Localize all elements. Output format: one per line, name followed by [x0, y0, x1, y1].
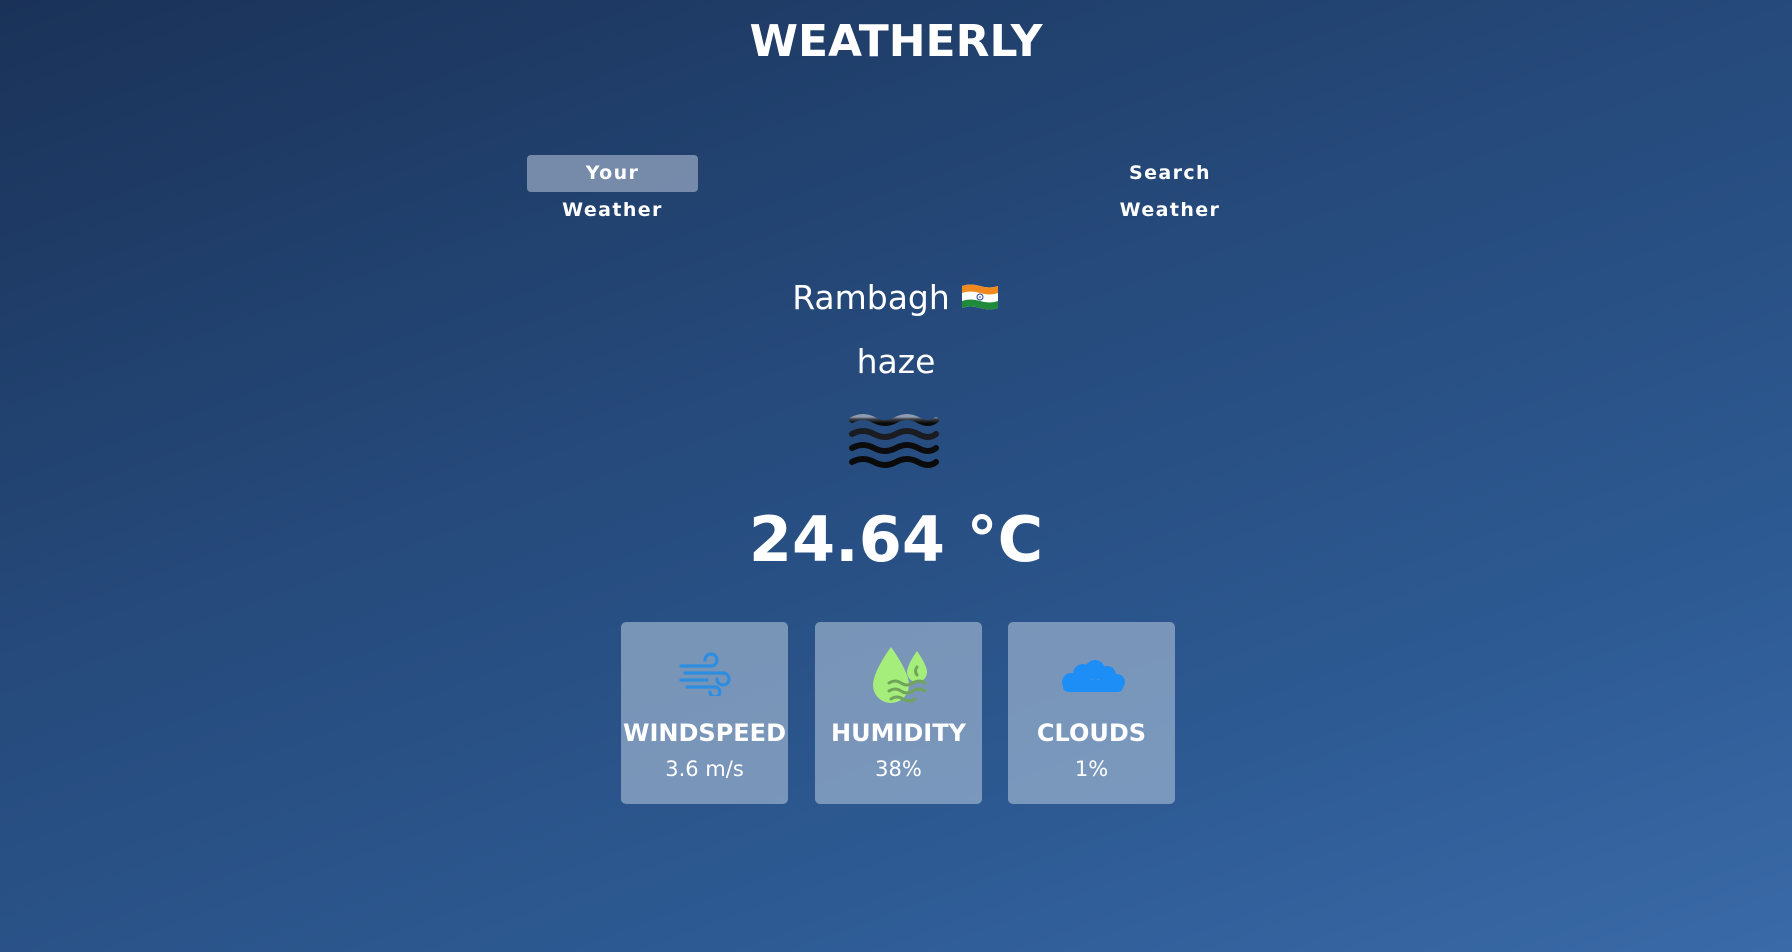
- clouds-label: CLOUDS: [1036, 719, 1147, 747]
- india-flag-icon: [961, 284, 998, 309]
- humidity-label: HUMIDITY: [831, 719, 966, 747]
- tab-search-weather[interactable]: Search Weather: [1075, 155, 1265, 221]
- windspeed-value: 3.6 m/s: [665, 757, 744, 781]
- wind-icon: [678, 652, 731, 696]
- clouds-icon: [1061, 660, 1125, 692]
- city-name: Rambagh: [792, 278, 950, 317]
- windspeed-label: WINDSPEED: [623, 719, 786, 747]
- humidity-drops-icon: [872, 647, 927, 703]
- weather-condition: haze: [856, 342, 936, 381]
- humidity-card: HUMIDITY 38%: [815, 622, 982, 804]
- haze-icon: [849, 414, 939, 468]
- humidity-value: 38%: [875, 757, 922, 781]
- windspeed-card: WINDSPEED 3.6 m/s: [621, 622, 788, 804]
- tab-your-weather[interactable]: Your Weather: [527, 155, 698, 221]
- location: Rambagh: [0, 274, 1792, 322]
- clouds-value: 1%: [1074, 757, 1109, 781]
- app-title: WEATHERLY: [749, 16, 1043, 67]
- clouds-card: CLOUDS 1%: [1008, 622, 1175, 804]
- temperature: 24.64 °C: [748, 503, 1044, 576]
